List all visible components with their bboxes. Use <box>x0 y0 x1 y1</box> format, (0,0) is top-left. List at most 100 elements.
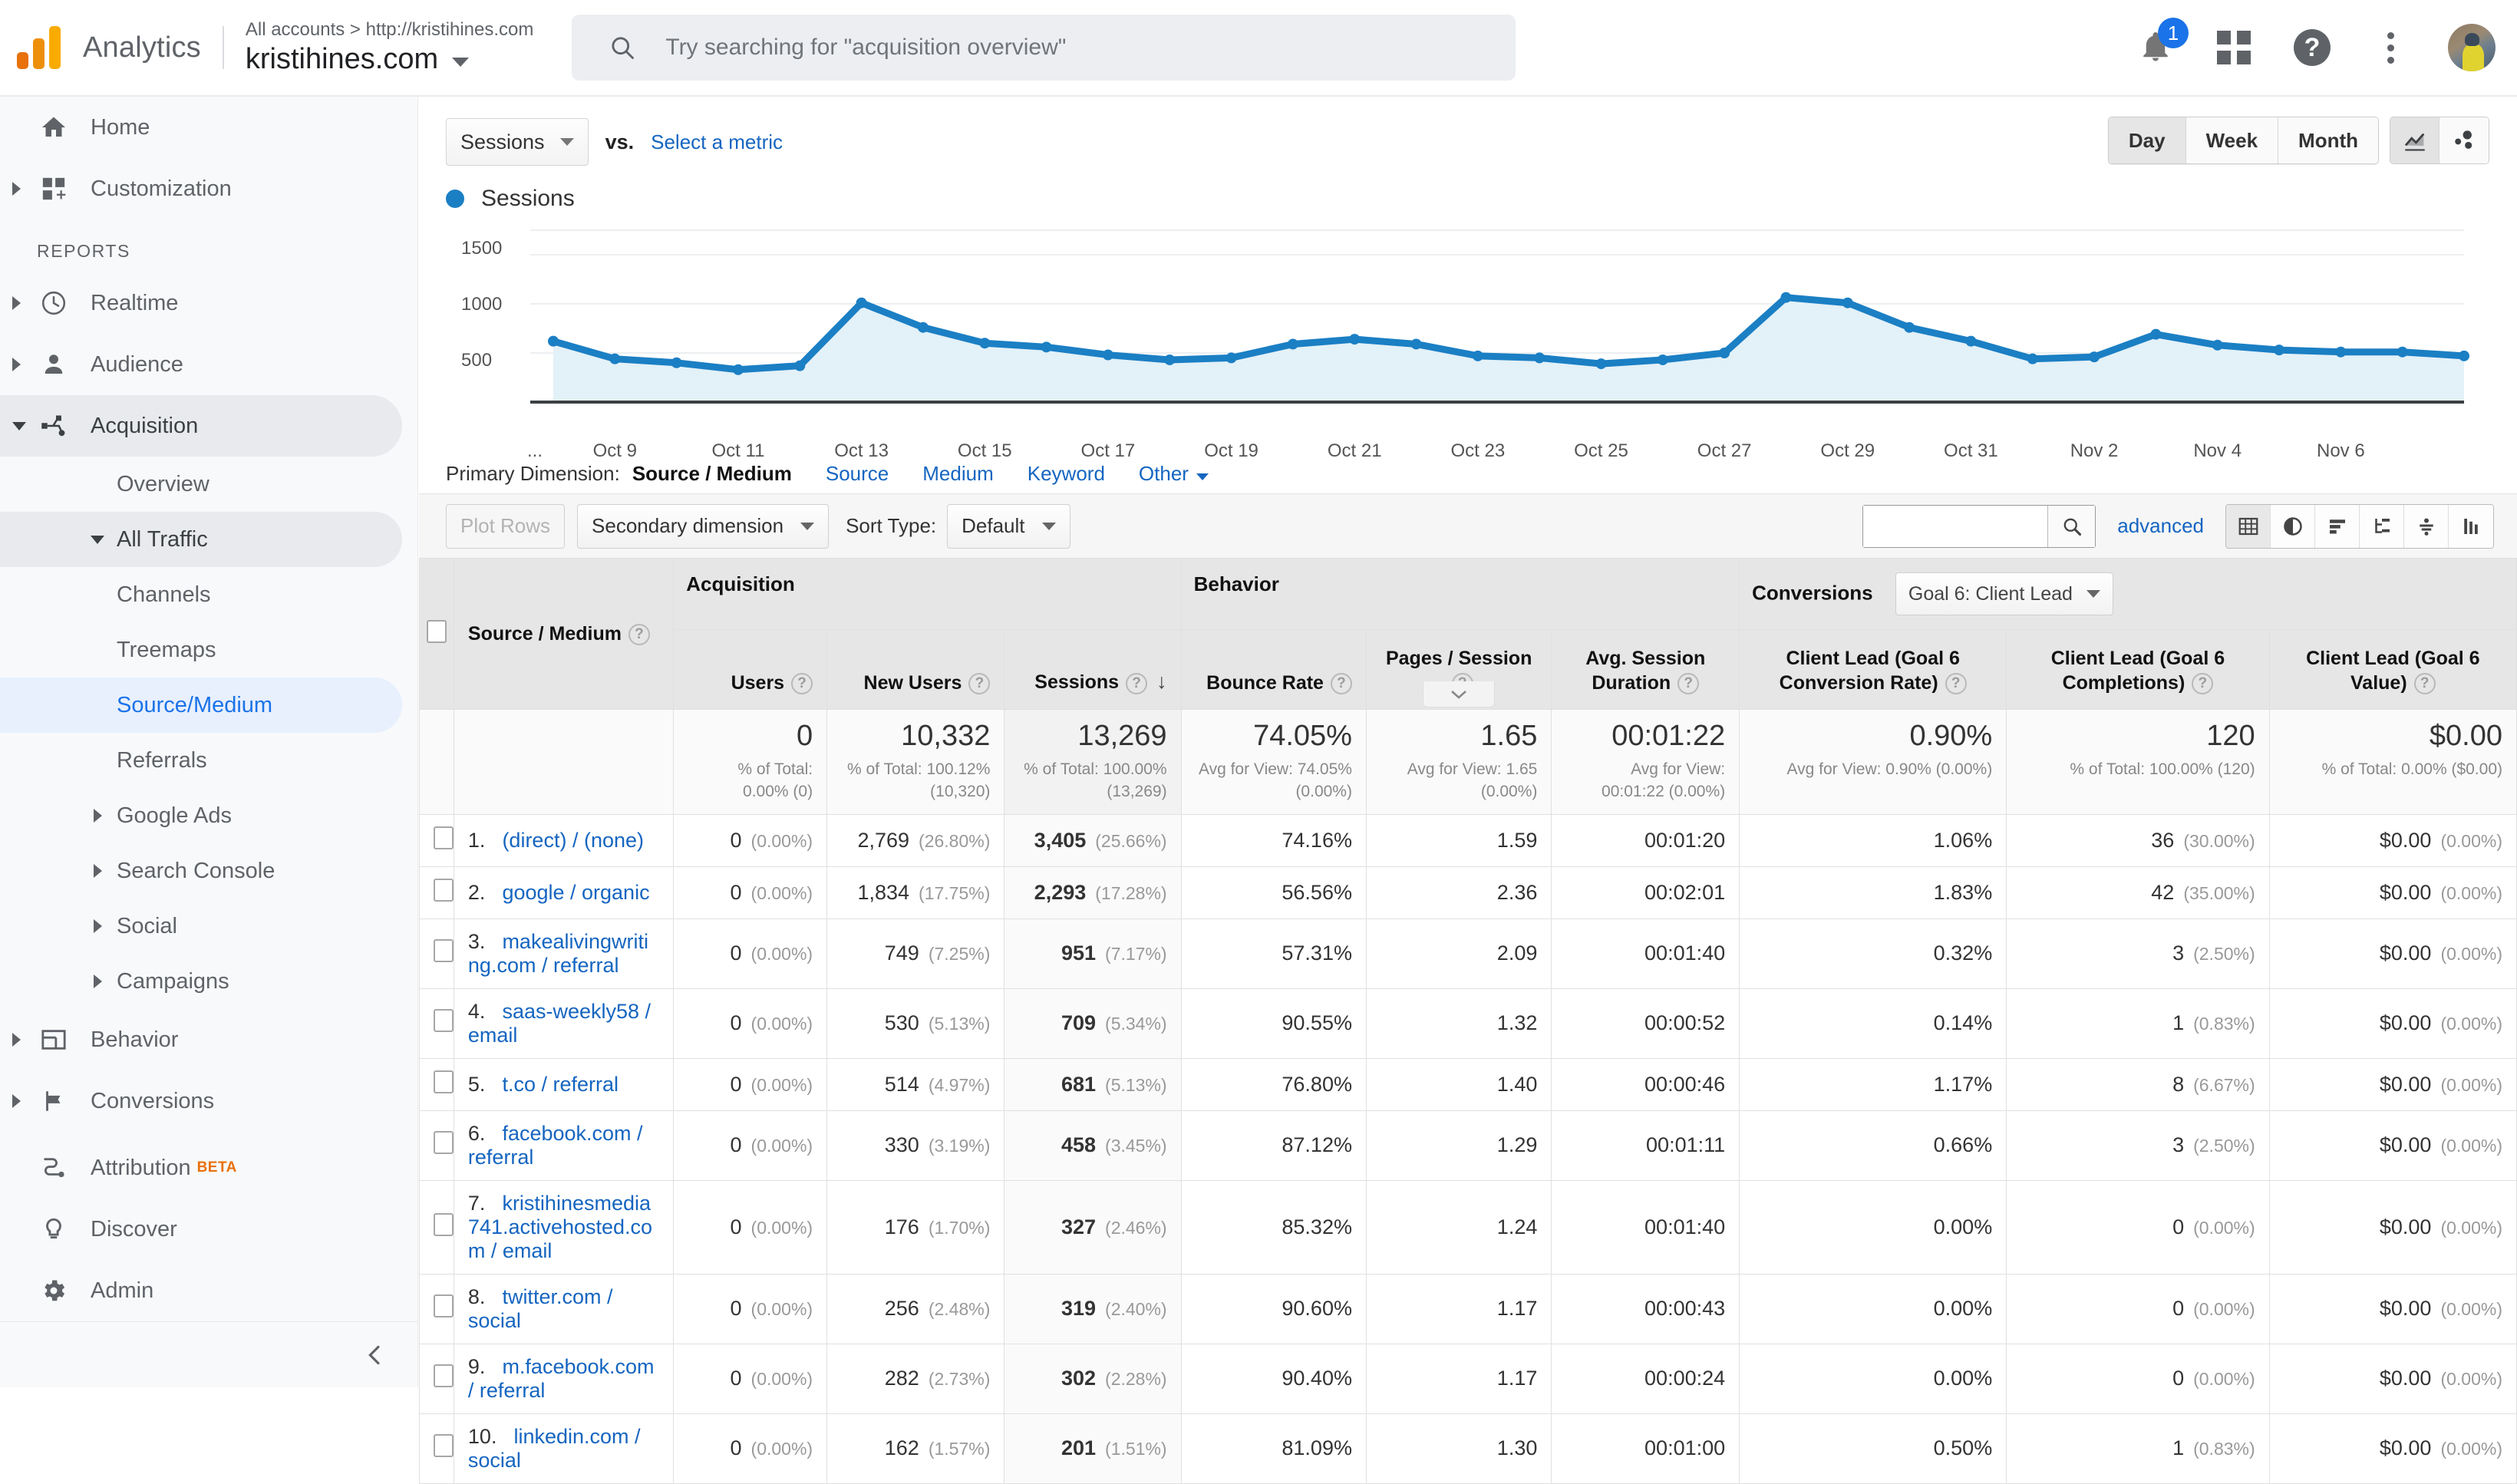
chart-expander-button[interactable] <box>1423 681 1495 707</box>
comparison-view-icon-button[interactable] <box>2360 504 2404 548</box>
table-row[interactable]: 7. kristihinesmedia741.activehosted.com /… <box>419 1179 2517 1275</box>
table-row[interactable]: 5. t.co / referral 0 (0.00%) 514 (4.97%) 681 (5… <box>419 1057 2517 1111</box>
help-icon[interactable]: ? <box>2413 673 2436 695</box>
notifications-button[interactable]: 1 <box>2135 18 2189 68</box>
performance-view-icon-button[interactable] <box>2449 504 2493 548</box>
row-dimension-link[interactable]: twitter.com / social <box>468 1285 613 1332</box>
granularity-toggle[interactable]: Day Week Month <box>2107 117 2379 164</box>
row-select-cell[interactable] <box>419 918 454 989</box>
sidebar-item-realtime[interactable]: Realtime <box>0 272 402 334</box>
more-options-button[interactable] <box>2370 27 2411 68</box>
advanced-link[interactable]: advanced <box>2117 514 2204 538</box>
table-search-button[interactable] <box>2047 505 2096 547</box>
table-search[interactable] <box>1862 504 2096 548</box>
help-icon[interactable]: ? <box>628 624 650 646</box>
sidebar-collapse-button[interactable] <box>0 1321 417 1387</box>
table-search-input[interactable] <box>1863 505 2048 547</box>
column-header-completions[interactable]: Client Lead (Goal 6 Completions)? <box>2006 629 2270 710</box>
row-select-cell[interactable] <box>419 1110 454 1181</box>
pie-view-icon-button[interactable] <box>2271 504 2315 548</box>
sidebar-item-admin[interactable]: Admin <box>0 1260 403 1321</box>
row-select-cell[interactable] <box>419 1343 454 1414</box>
row-checkbox[interactable] <box>434 1009 454 1033</box>
row-checkbox[interactable] <box>434 1364 454 1388</box>
table-row[interactable]: 2. google / organic 0 (0.00%) 1,834 (17.75%) 2… <box>419 866 2517 919</box>
metric-selector[interactable]: Sessions <box>446 118 589 166</box>
row-dimension-link[interactable]: m.facebook.com / referral <box>468 1355 655 1402</box>
row-dimension-link[interactable]: saas-weekly58 / email <box>468 1000 651 1047</box>
column-header-users[interactable]: Users? <box>673 629 828 710</box>
help-icon[interactable]: ? <box>1126 672 1148 694</box>
row-dimension-link[interactable]: t.co / referral <box>502 1073 619 1096</box>
row-select-cell[interactable] <box>419 813 454 867</box>
column-header-sessions[interactable]: Sessions? ↓ <box>1004 629 1182 710</box>
table-row[interactable]: 9. m.facebook.com / referral 0 (0.00%) 282 (2… <box>419 1343 2517 1414</box>
row-dimension-link[interactable]: makealivingwriting.com / referral <box>468 930 648 977</box>
select-metric-link[interactable]: Select a metric <box>651 130 783 154</box>
sidebar-item-overview[interactable]: Overview <box>0 457 402 512</box>
sidebar-item-channels[interactable]: Channels <box>0 567 402 622</box>
row-checkbox[interactable] <box>434 1212 454 1236</box>
sidebar-item-referrals[interactable]: Referrals <box>0 733 402 788</box>
help-icon[interactable]: ? <box>968 673 991 695</box>
row-select-cell[interactable] <box>419 988 454 1059</box>
sidebar-item-source-medium[interactable]: Source/Medium <box>0 678 402 733</box>
primary-dimension-keyword[interactable]: Keyword <box>1028 462 1105 486</box>
sidebar-item-search-console[interactable]: Search Console <box>0 843 402 899</box>
row-select-cell[interactable] <box>419 1057 454 1111</box>
table-row[interactable]: 4. saas-weekly58 / email 0 (0.00%) 530 (5.13%… <box>419 988 2517 1059</box>
row-checkbox[interactable] <box>434 1070 454 1093</box>
help-icon[interactable]: ? <box>1945 673 1967 695</box>
column-header-bounce-rate[interactable]: Bounce Rate? <box>1180 629 1367 710</box>
account-name-row[interactable]: kristihines.com <box>246 41 534 78</box>
sidebar-item-discover[interactable]: Discover <box>0 1199 403 1260</box>
column-header-new-users[interactable]: New Users? <box>826 629 1005 710</box>
row-dimension-link[interactable]: google / organic <box>502 881 649 904</box>
sidebar-item-google-ads[interactable]: Google Ads <box>0 788 402 843</box>
primary-dimension-medium[interactable]: Medium <box>922 462 993 486</box>
table-row[interactable]: 1. (direct) / (none) 0 (0.00%) 2,769 (26.80%)… <box>419 813 2517 867</box>
row-select-cell[interactable] <box>419 1273 454 1344</box>
secondary-dimension-button[interactable]: Secondary dimension <box>577 503 830 549</box>
row-dimension-link[interactable]: (direct) / (none) <box>502 829 644 852</box>
bar-view-icon-button[interactable] <box>2315 504 2360 548</box>
row-checkbox[interactable] <box>434 878 454 902</box>
account-selector[interactable]: All accounts > http://kristihines.com kr… <box>246 18 534 78</box>
sidebar-item-treemaps[interactable]: Treemaps <box>0 622 402 678</box>
select-all-checkbox[interactable] <box>426 619 447 643</box>
sidebar-item-social[interactable]: Social <box>0 899 402 954</box>
table-row[interactable]: 10. linkedin.com / social 0 (0.00%) 162 (1.57… <box>419 1413 2517 1484</box>
help-icon[interactable]: ? <box>791 673 813 695</box>
row-checkbox[interactable] <box>434 1294 454 1318</box>
row-select-cell[interactable] <box>419 1179 454 1275</box>
chart-type-toggle[interactable] <box>2390 117 2489 164</box>
granularity-month[interactable]: Month <box>2278 117 2378 163</box>
table-row[interactable]: 8. twitter.com / social 0 (0.00%) 256 (2.48%)… <box>419 1273 2517 1344</box>
apps-button[interactable] <box>2213 27 2255 68</box>
row-dimension-link[interactable]: kristihinesmedia741.activehosted.com / e… <box>468 1192 652 1262</box>
search-bar[interactable] <box>572 15 1516 81</box>
sidebar-item-attribution[interactable]: Attribution BETA <box>0 1137 403 1199</box>
primary-dimension-source[interactable]: Source <box>826 462 889 486</box>
table-row[interactable]: 3. makealivingwriting.com / referral 0 (0.0… <box>419 918 2517 989</box>
row-checkbox[interactable] <box>434 1131 454 1155</box>
avatar[interactable] <box>2448 24 2496 71</box>
motion-chart-icon-button[interactable] <box>2439 117 2489 163</box>
pivot-view-icon-button[interactable] <box>2404 504 2449 548</box>
column-header-value[interactable]: Client Lead (Goal 6 Value)? <box>2268 629 2517 710</box>
row-select-cell[interactable] <box>419 1413 454 1484</box>
row-checkbox[interactable] <box>434 1434 454 1458</box>
help-icon[interactable]: ? <box>2192 673 2214 695</box>
sort-type-select[interactable]: Default <box>947 503 1070 549</box>
dimension-header[interactable]: Source / Medium? <box>453 558 675 710</box>
help-icon[interactable]: ? <box>1677 673 1700 695</box>
granularity-week[interactable]: Week <box>2185 117 2279 163</box>
search-input[interactable] <box>665 35 1433 61</box>
sidebar-item-customization[interactable]: Customization <box>0 158 402 219</box>
plot-rows-button[interactable]: Plot Rows <box>446 503 566 549</box>
sidebar-item-all-traffic[interactable]: All Traffic <box>0 512 402 567</box>
line-chart-icon-button[interactable] <box>2390 117 2439 163</box>
primary-dimension-other[interactable]: Other <box>1139 462 1209 486</box>
sidebar-item-home[interactable]: Home <box>0 97 402 158</box>
view-mode-toggle[interactable] <box>2225 503 2494 549</box>
